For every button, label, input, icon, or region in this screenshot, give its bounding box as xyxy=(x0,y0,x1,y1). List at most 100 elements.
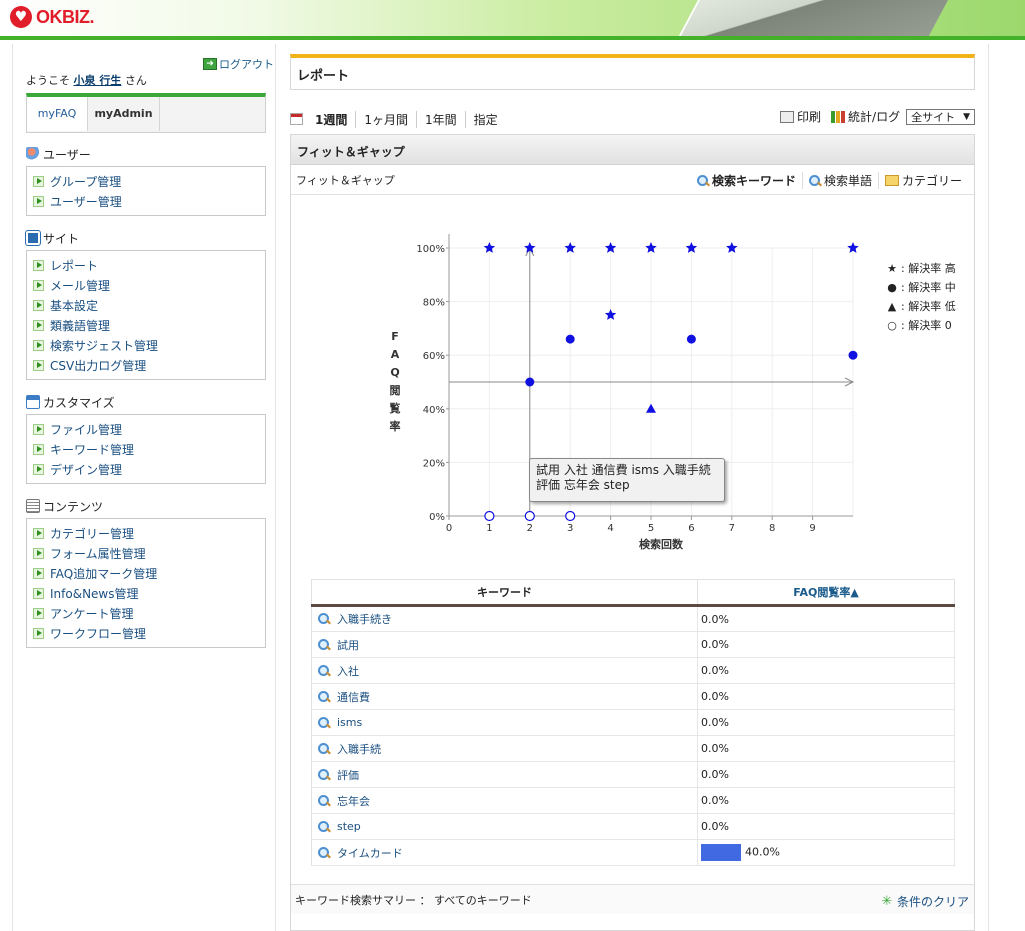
rate-text: 0.0% xyxy=(701,820,729,833)
period-1week[interactable]: 1週間 xyxy=(309,111,355,128)
legend-zero: ○: 解決率 0 xyxy=(885,316,956,335)
col-keyword[interactable]: キーワード xyxy=(311,579,698,607)
calendar-icon[interactable] xyxy=(290,113,303,125)
nav-file-management[interactable]: ファイル管理 xyxy=(33,419,259,439)
data-point-zero xyxy=(484,510,495,522)
y-tick-label: 60% xyxy=(423,351,445,362)
nav-label: レポート xyxy=(50,258,99,273)
keyword-link[interactable]: step xyxy=(318,820,697,833)
section-user: ユーザー グループ管理 ユーザー管理 xyxy=(26,146,266,216)
clear-conditions-button[interactable]: ✳ 条件のクリア xyxy=(880,893,969,910)
keyword-link[interactable]: 忘年会 xyxy=(318,793,697,809)
nav-design-management[interactable]: デザイン管理 xyxy=(33,459,259,479)
nav-user-management[interactable]: ユーザー管理 xyxy=(33,191,259,211)
site-select[interactable]: 全サイト ▼ xyxy=(906,108,975,125)
document-icon xyxy=(26,499,40,513)
keyword-link[interactable]: isms xyxy=(318,716,697,729)
keyword-link[interactable]: 試用 xyxy=(318,637,697,653)
rate-cell: 0.0% xyxy=(697,605,955,632)
nav-label: アンケート管理 xyxy=(50,606,134,621)
heart-icon: ♥ xyxy=(10,6,32,28)
nav-report[interactable]: レポート xyxy=(33,255,259,275)
arrow-right-icon xyxy=(33,463,44,475)
rate-text: 0.0% xyxy=(701,742,729,755)
keyword-text: タイムカード xyxy=(337,846,403,860)
arrow-right-icon xyxy=(33,547,44,559)
keyword-text: 入職手続 xyxy=(337,742,381,756)
tooltip-line2: 評価 忘年会 step xyxy=(536,478,630,492)
keyword-cell: 評価 xyxy=(311,761,698,788)
arrow-right-icon xyxy=(33,443,44,455)
data-point-mid xyxy=(848,350,858,360)
period-1year[interactable]: 1年間 xyxy=(416,110,465,128)
nav-category-management[interactable]: カテゴリー管理 xyxy=(33,523,259,543)
arrow-right-icon xyxy=(33,195,44,207)
app-header: ♥ OKBIZ. xyxy=(0,0,1025,40)
arrow-right-icon xyxy=(33,175,44,187)
hollow-circle-icon: ○ xyxy=(887,319,897,332)
nav-label: キーワード管理 xyxy=(50,442,135,457)
rate-bar xyxy=(701,844,741,861)
arrow-right-icon xyxy=(33,607,44,619)
keyword-link[interactable]: 入職手続き xyxy=(318,611,697,627)
x-tick-label: 1 xyxy=(486,523,492,534)
keyword-summary: キーワード検索サマリー ： すべてのキーワード ✳ 条件のクリア xyxy=(291,884,974,914)
nav-survey[interactable]: アンケート管理 xyxy=(33,603,259,623)
nav-info-news[interactable]: Info&News管理 xyxy=(33,583,259,603)
site-icon xyxy=(26,231,40,245)
okbiz-logo[interactable]: ♥ OKBIZ. xyxy=(10,6,95,28)
table-row: step 0.0% xyxy=(311,813,955,840)
print-button[interactable]: 印刷 xyxy=(780,108,821,125)
nav-label: フォーム属性管理 xyxy=(50,546,146,561)
nav-faq-mark[interactable]: FAQ追加マーク管理 xyxy=(33,563,259,583)
data-point-zero xyxy=(565,510,576,522)
section-contents: コンテンツ カテゴリー管理 フォーム属性管理 FAQ追加マーク管理 Info&N… xyxy=(26,498,266,648)
user-name-link[interactable]: 小泉 行生 xyxy=(74,74,122,87)
nav-group-management[interactable]: グループ管理 xyxy=(33,171,259,191)
keyword-link[interactable]: 入社 xyxy=(318,663,697,679)
data-point-mid xyxy=(686,334,696,344)
x-tick-label: 9 xyxy=(809,523,815,534)
legend-label: : 解決率 高 xyxy=(901,262,956,275)
x-axis-label: 検索回数 xyxy=(639,537,684,551)
col-faq-rate[interactable]: FAQ閲覧率▲ xyxy=(697,579,955,607)
keyword-link[interactable]: 入職手続 xyxy=(318,741,697,757)
nav-workflow[interactable]: ワークフロー管理 xyxy=(33,623,259,643)
nav-keyword-management[interactable]: キーワード管理 xyxy=(33,439,259,459)
nav-form-attribute[interactable]: フォーム属性管理 xyxy=(33,543,259,563)
keyword-link[interactable]: 評価 xyxy=(318,767,697,783)
rate-cell: 0.0% xyxy=(697,787,955,814)
report-toolbar: 1週間 1ヶ月間 1年間 指定 印刷 統計/ログ 全サイト ▼ xyxy=(290,108,975,130)
keyword-text: 忘年会 xyxy=(337,794,370,808)
arrow-right-icon xyxy=(33,339,44,351)
arrow-right-icon xyxy=(33,319,44,331)
x-tick-label: 7 xyxy=(729,523,735,534)
arrow-right-icon xyxy=(33,627,44,639)
nav-label: デザイン管理 xyxy=(50,462,123,477)
nav-synonym-management[interactable]: 類義語管理 xyxy=(33,315,259,335)
logout-link[interactable]: ➜ ログアウト xyxy=(203,56,274,72)
nav-basic-settings[interactable]: 基本設定 xyxy=(33,295,259,315)
nav-label: CSV出力ログ管理 xyxy=(50,358,147,373)
print-label: 印刷 xyxy=(797,110,822,124)
section-site: サイト レポート メール管理 基本設定 類義語管理 検索サジェスト管理 CSV出… xyxy=(26,230,266,380)
tab-myfaq[interactable]: myFAQ xyxy=(27,97,88,131)
arrow-right-icon xyxy=(33,423,44,435)
chart-tooltip: 試用 入社 通信費 isms 入職手続 評価 忘年会 step xyxy=(529,458,725,502)
period-custom[interactable]: 指定 xyxy=(464,110,506,128)
printer-icon xyxy=(780,110,795,123)
keyword-link[interactable]: タイムカード xyxy=(318,845,697,861)
table-row: 入社 0.0% xyxy=(311,657,955,684)
nav-search-suggest[interactable]: 検索サジェスト管理 xyxy=(33,335,259,355)
nav-mail-management[interactable]: メール管理 xyxy=(33,275,259,295)
nav-label: メール管理 xyxy=(50,278,111,293)
right-divider xyxy=(988,44,989,931)
tab-myadmin[interactable]: myAdmin xyxy=(88,97,160,131)
keyword-cell: 忘年会 xyxy=(311,787,698,814)
stats-log-button[interactable]: 統計/ログ xyxy=(831,108,900,125)
keyword-link[interactable]: 通信費 xyxy=(318,689,697,705)
nav-label: カテゴリー管理 xyxy=(50,526,135,541)
period-1month[interactable]: 1ヶ月間 xyxy=(355,110,416,128)
nav-csv-log[interactable]: CSV出力ログ管理 xyxy=(33,355,259,375)
search-icon xyxy=(318,613,330,625)
